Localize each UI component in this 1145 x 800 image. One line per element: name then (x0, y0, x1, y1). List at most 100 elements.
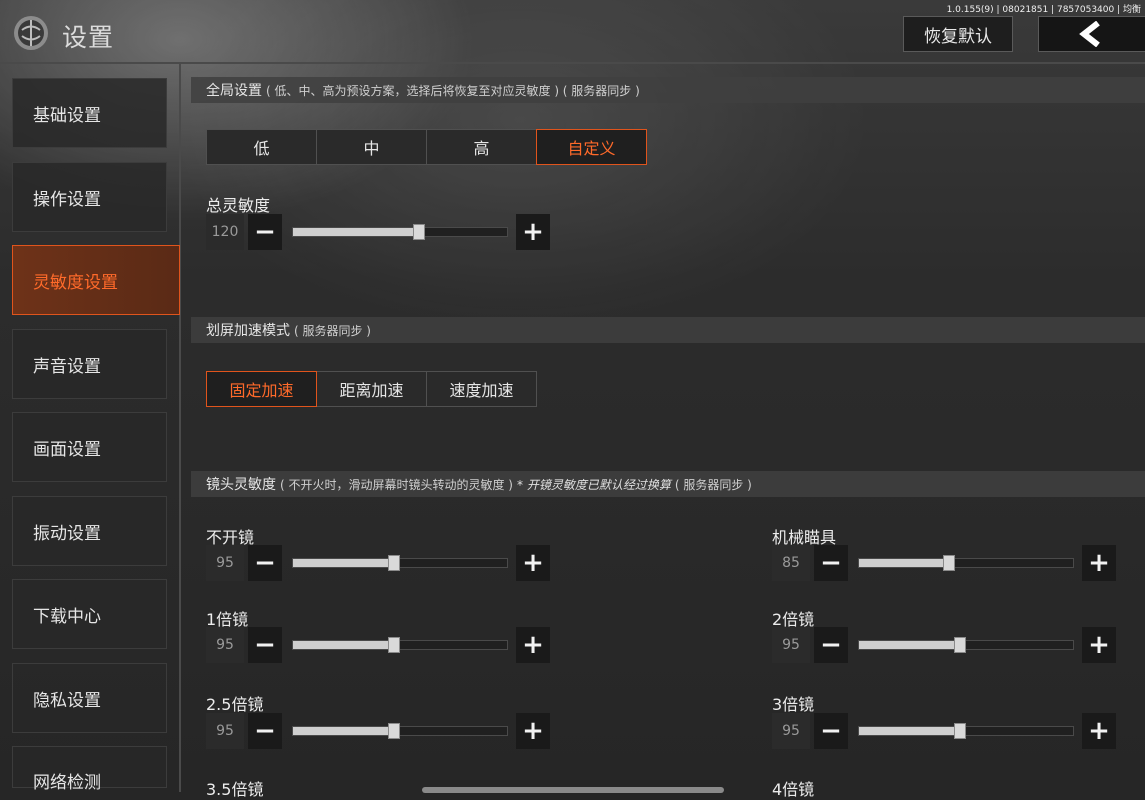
slider-track[interactable] (858, 555, 1074, 571)
sidebar-item-label: 网络检测 (33, 773, 101, 793)
increase-button[interactable]: + (1082, 627, 1116, 663)
increase-button[interactable]: + (516, 713, 550, 749)
scope-slider-row: 95 − + (206, 713, 552, 749)
chevron-left-icon (1079, 21, 1100, 47)
scope-label: 2.5倍镜 (206, 695, 264, 714)
decrease-button[interactable]: − (248, 545, 282, 581)
swipe-accel-header: 划屏加速模式 ( 服务器同步 ) (191, 317, 1145, 343)
value-display: 120 (206, 214, 244, 250)
slider-handle[interactable] (953, 637, 966, 653)
mode-speed-button[interactable]: 速度加速 (426, 371, 537, 407)
section-emphasis: * 开镜灵敏度已默认经过换算 (517, 477, 671, 492)
header-divider (0, 62, 1145, 64)
swipe-mode-selector: 固定加速 距离加速 速度加速 (206, 371, 537, 407)
value-display: 95 (206, 627, 244, 663)
decrease-button[interactable]: − (814, 713, 848, 749)
slider-handle[interactable] (942, 555, 955, 571)
scope-slider-row: 85 − + (772, 545, 1118, 581)
mode-distance-button[interactable]: 距离加速 (316, 371, 427, 407)
value-display: 95 (772, 713, 810, 749)
reset-default-button[interactable]: 恢复默认 (903, 16, 1013, 52)
sidebar-item-controls[interactable]: 操作设置 (12, 162, 167, 232)
preset-low-button[interactable]: 低 (206, 129, 317, 165)
value-display: 85 (772, 545, 810, 581)
slider-handle[interactable] (413, 224, 426, 240)
sidebar-item-label: 声音设置 (33, 356, 101, 377)
preset-high-button[interactable]: 高 (426, 129, 537, 165)
sidebar-item-basic[interactable]: 基础设置 (12, 78, 167, 148)
section-note: ( 服务器同步 ) (294, 323, 371, 338)
slider-handle[interactable] (387, 637, 400, 653)
sidebar-item-graphics[interactable]: 画面设置 (12, 412, 167, 482)
sidebar-divider (179, 62, 181, 792)
slider-fill (293, 641, 394, 649)
section-title: 划屏加速模式 (206, 323, 290, 339)
value-display: 95 (206, 713, 244, 749)
scope-slider-row: 95 − + (772, 627, 1118, 663)
increase-button[interactable]: + (516, 545, 550, 581)
total-sensitivity-label: 总灵敏度 (206, 196, 271, 215)
slider-fill (859, 641, 960, 649)
increase-button[interactable]: + (1082, 545, 1116, 581)
slider-track[interactable] (292, 224, 508, 240)
page-title: 设置 (62, 23, 115, 52)
section-title: 镜头灵敏度 (206, 477, 276, 493)
mode-fixed-button[interactable]: 固定加速 (206, 371, 317, 407)
scope-label: 3倍镜 (772, 695, 815, 714)
sidebar-item-label: 振动设置 (33, 523, 101, 544)
value-display: 95 (206, 545, 244, 581)
version-info: 1.0.155(9) | 08021851 | 7857053400 | 均衡 (946, 5, 1141, 15)
increase-button[interactable]: + (516, 627, 550, 663)
global-settings-header: 全局设置 ( 低、中、高为预设方案，选择后将恢复至对应灵敏度 ) ( 服务器同步… (191, 77, 1145, 103)
back-button[interactable] (1038, 16, 1145, 52)
slider-track[interactable] (858, 637, 1074, 653)
scope-label: 4倍镜 (772, 780, 815, 799)
sidebar-item-privacy[interactable]: 隐私设置 (12, 663, 167, 733)
decrease-button[interactable]: − (248, 214, 282, 250)
slider-handle[interactable] (953, 723, 966, 739)
slider-handle[interactable] (387, 555, 400, 571)
slider-fill (859, 727, 960, 735)
slider-handle[interactable] (387, 723, 400, 739)
sidebar-item-label: 操作设置 (33, 189, 101, 210)
total-sensitivity-slider-row: 120 − + (206, 214, 552, 250)
logo-globe-icon (14, 16, 48, 50)
sidebar-item-label: 基础设置 (33, 105, 101, 126)
preset-mid-button[interactable]: 中 (316, 129, 427, 165)
slider-fill (293, 559, 394, 567)
sidebar-item-sound[interactable]: 声音设置 (12, 329, 167, 399)
camera-sensitivity-header: 镜头灵敏度 ( 不开火时，滑动屏幕时镜头转动的灵敏度 ) * 开镜灵敏度已默认经… (191, 471, 1145, 497)
slider-track[interactable] (858, 723, 1074, 739)
increase-button[interactable]: + (1082, 713, 1116, 749)
sidebar-item-downloads[interactable]: 下载中心 (12, 579, 167, 649)
decrease-button[interactable]: − (248, 713, 282, 749)
horizontal-scrollbar[interactable] (422, 787, 724, 793)
sidebar-item-vibration[interactable]: 振动设置 (12, 496, 167, 566)
decrease-button[interactable]: − (814, 627, 848, 663)
scope-slider-row: 95 − + (206, 545, 552, 581)
section-title: 全局设置 (206, 83, 262, 99)
scope-slider-row: 95 − + (206, 627, 552, 663)
decrease-button[interactable]: − (248, 627, 282, 663)
sidebar-item-label: 隐私设置 (33, 690, 101, 711)
slider-track[interactable] (292, 637, 508, 653)
sidebar-item-network[interactable]: 网络检测 (12, 746, 167, 793)
value-display: 95 (772, 627, 810, 663)
scope-slider-row: 95 − + (772, 713, 1118, 749)
sidebar-item-sensitivity[interactable]: 灵敏度设置 (12, 245, 180, 315)
section-note: ( 低、中、高为预设方案，选择后将恢复至对应灵敏度 ) ( 服务器同步 ) (266, 83, 640, 98)
sidebar-item-label: 灵敏度设置 (33, 272, 118, 293)
slider-fill (293, 228, 420, 236)
section-note: ( 不开火时，滑动屏幕时镜头转动的灵敏度 ) (280, 477, 513, 492)
decrease-button[interactable]: − (814, 545, 848, 581)
section-sync-note: ( 服务器同步 ) (674, 477, 752, 492)
preset-selector: 低 中 高 自定义 (206, 129, 647, 165)
sidebar-item-label: 画面设置 (33, 439, 101, 460)
slider-fill (293, 727, 394, 735)
increase-button[interactable]: + (516, 214, 550, 250)
slider-track[interactable] (292, 555, 508, 571)
scope-label: 3.5倍镜 (206, 780, 264, 799)
preset-custom-button[interactable]: 自定义 (536, 129, 647, 165)
slider-track[interactable] (292, 723, 508, 739)
slider-fill (859, 559, 949, 567)
